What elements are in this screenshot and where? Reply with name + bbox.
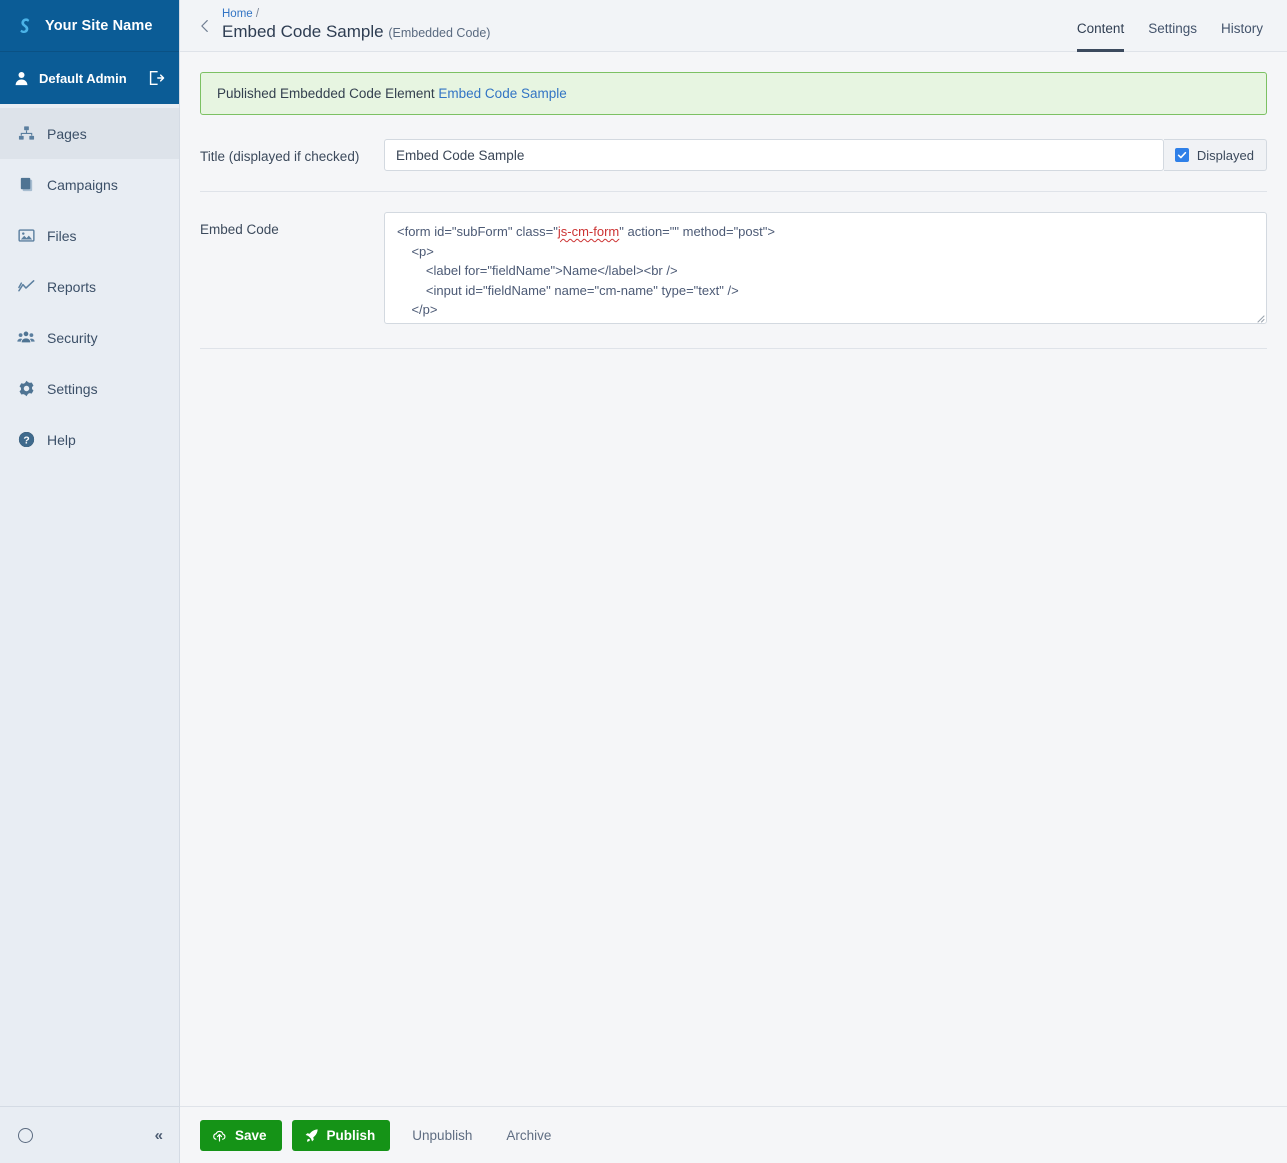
breadcrumb-home-link[interactable]: Home <box>222 8 253 20</box>
code-line-1-misspelled: js-cm-form <box>557 224 620 239</box>
cloud-upload-icon <box>212 1128 227 1143</box>
displayed-checkbox-label: Displayed <box>1196 147 1254 163</box>
sidebar-item-label: Reports <box>47 278 97 295</box>
title-field-row: Title (displayed if checked) Displayed <box>200 139 1267 183</box>
chart-line-icon <box>17 278 35 296</box>
check-icon <box>1174 148 1189 162</box>
sidebar-item-label: Security <box>47 329 98 346</box>
site-name: Your Site Name <box>45 17 153 34</box>
publish-button[interactable]: Publish <box>291 1119 391 1151</box>
publish-button-label: Publish <box>326 1127 376 1143</box>
circle-icon[interactable] <box>18 1127 33 1143</box>
users-icon <box>17 329 35 347</box>
sitemap-icon <box>17 125 35 143</box>
top-tabs: Content Settings History <box>1076 0 1263 52</box>
action-bar: Save Publish Unpublish Archive <box>180 1106 1287 1163</box>
page-title-type: (Embedded Code) <box>388 26 491 40</box>
page-title: Embed Code Sample (Embedded Code) <box>222 21 1077 44</box>
save-button-label: Save <box>235 1127 267 1143</box>
title-field-label: Title (displayed if checked) <box>200 149 360 164</box>
rocket-icon <box>304 1128 319 1143</box>
sidebar-footer: « <box>0 1106 179 1163</box>
collapse-sidebar-button[interactable]: « <box>155 1128 163 1143</box>
image-icon <box>17 227 35 245</box>
breadcrumb: Home / Embed Code Sample (Embedded Code) <box>222 7 1077 44</box>
sidebar-item-settings[interactable]: Settings <box>0 363 179 414</box>
sidebar-item-label: Settings <box>47 380 98 397</box>
embed-code-textarea[interactable]: <form id="subForm" class="js-cm-form" ac… <box>384 212 1267 324</box>
embed-code-field-row: Embed Code <form id="subForm" class="js-… <box>200 212 1267 336</box>
sidebar-item-label: Campaigns <box>47 176 118 193</box>
chevron-left-icon[interactable] <box>194 15 216 37</box>
tab-settings[interactable]: Settings <box>1148 3 1197 52</box>
title-input[interactable] <box>384 139 1164 171</box>
main-area: Home / Embed Code Sample (Embedded Code)… <box>180 0 1287 1163</box>
field-divider-bottom <box>200 348 1267 349</box>
page-title-text: Embed Code Sample <box>222 22 384 41</box>
logout-icon[interactable] <box>147 69 165 87</box>
sidebar-item-label: Help <box>47 431 76 448</box>
user-row: Default Admin <box>0 52 179 104</box>
code-line-3: <label for="fieldName">Name</label><br /… <box>397 263 678 279</box>
topbar: Home / Embed Code Sample (Embedded Code)… <box>180 0 1287 52</box>
code-line-1-a: <form id="subForm" class=" <box>397 224 558 239</box>
code-line-1-c: " action="" method="post"> <box>619 224 775 239</box>
status-banner-text: Published Embedded Code Element <box>217 86 439 101</box>
copy-icon <box>17 176 35 194</box>
code-line-2: <p> <box>397 243 434 259</box>
content-panel: Published Embedded Code Element Embed Co… <box>180 52 1287 1106</box>
unpublish-button[interactable]: Unpublish <box>400 1128 484 1143</box>
sidebar-item-security[interactable]: Security <box>0 312 179 363</box>
archive-button[interactable]: Archive <box>494 1128 563 1143</box>
status-banner-link[interactable]: Embed Code Sample <box>438 86 566 101</box>
save-button[interactable]: Save <box>200 1119 282 1151</box>
field-divider-top <box>200 191 1267 192</box>
user-name: Default Admin <box>39 70 127 86</box>
status-banner: Published Embedded Code Element Embed Co… <box>200 72 1267 115</box>
app-root: Your Site Name Default Admin Pages Campa… <box>0 0 1287 1163</box>
person-icon <box>14 71 29 86</box>
sidebar-item-files[interactable]: Files <box>0 210 179 261</box>
code-line-5: </p> <box>397 302 438 318</box>
svg-text:?: ? <box>23 436 29 447</box>
tab-history[interactable]: History <box>1221 3 1263 52</box>
displayed-checkbox[interactable]: Displayed <box>1163 139 1267 171</box>
brand-header[interactable]: Your Site Name <box>0 0 179 52</box>
sidebar-nav: Pages Campaigns Files Reports Security S… <box>0 104 179 1106</box>
embed-code-label: Embed Code <box>200 222 279 237</box>
sidebar-item-pages[interactable]: Pages <box>0 108 179 159</box>
sidebar-item-label: Pages <box>47 125 87 142</box>
tab-content[interactable]: Content <box>1076 3 1125 52</box>
spiral-logo-icon <box>14 15 36 37</box>
sidebar-item-label: Files <box>47 227 77 244</box>
question-circle-icon: ? <box>17 431 35 449</box>
sidebar-item-campaigns[interactable]: Campaigns <box>0 159 179 210</box>
gear-icon <box>17 380 35 398</box>
sidebar: Your Site Name Default Admin Pages Campa… <box>0 0 180 1163</box>
sidebar-item-reports[interactable]: Reports <box>0 261 179 312</box>
sidebar-item-help[interactable]: ? Help <box>0 414 179 465</box>
code-line-4: <input id="fieldName" name="cm-name" typ… <box>397 282 739 298</box>
breadcrumb-separator: / <box>252 8 260 20</box>
